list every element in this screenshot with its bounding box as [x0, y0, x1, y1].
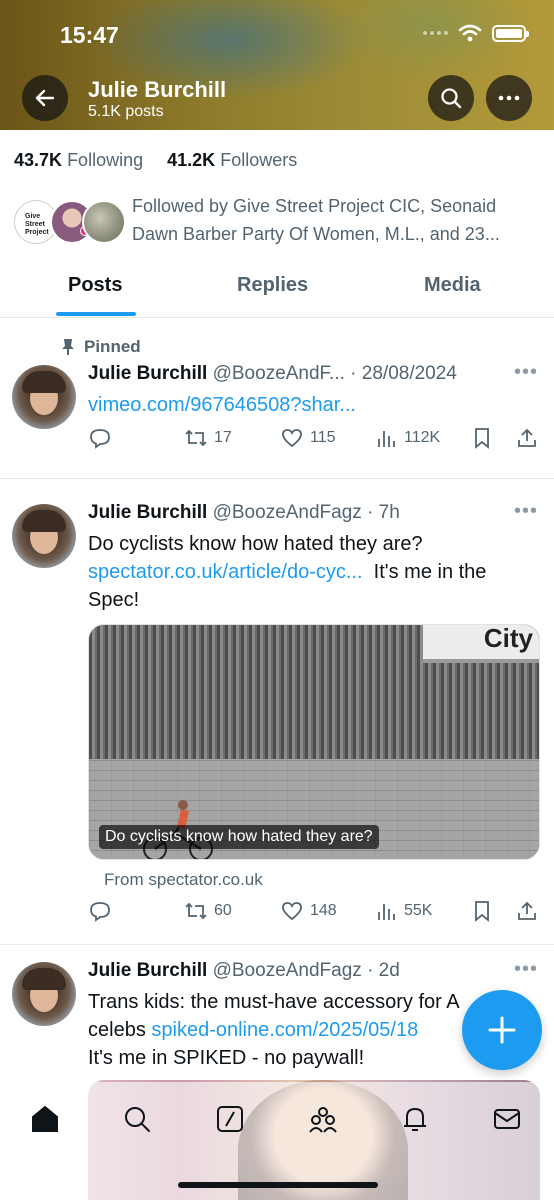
tweet-more-icon[interactable]: ••• [514, 361, 538, 384]
tab-media[interactable]: Media [424, 274, 481, 297]
share-button[interactable] [516, 427, 538, 449]
header-name: Julie Burchill [88, 77, 227, 102]
tab-posts[interactable]: Posts [68, 274, 122, 297]
home-icon [32, 1105, 58, 1132]
active-tab-indicator [56, 312, 136, 316]
back-button[interactable] [22, 75, 68, 121]
tweet-text: Do cyclists know how hated they are? spe… [88, 533, 487, 611]
bookmark-icon [475, 901, 489, 922]
following-link[interactable]: 43.7K Following [14, 150, 143, 170]
share-icon [518, 428, 536, 447]
tweet-author[interactable]: Julie Burchill @BoozeAndFagz · 7h [88, 502, 400, 524]
followers-link[interactable]: 41.2K Followers [167, 150, 297, 170]
battery-icon [492, 24, 529, 42]
profile-tabs: Posts Replies Media [0, 264, 554, 318]
ml-avatar [82, 200, 126, 244]
tweet-link[interactable]: vimeo.com/967646508?shar... [88, 394, 356, 416]
communities-icon [309, 1107, 337, 1133]
search-icon [441, 88, 462, 109]
views-icon [378, 904, 395, 920]
tweet-more-icon[interactable]: ••• [514, 958, 538, 981]
reply-button[interactable] [88, 900, 112, 922]
heart-icon [282, 902, 302, 921]
link-source[interactable]: From spectator.co.uk [104, 870, 263, 890]
tweet[interactable]: Julie Burchill @BoozeAndFagz · 7h ••• Do… [0, 480, 554, 945]
wifi-icon [458, 24, 482, 42]
home-indicator [178, 1182, 378, 1188]
bell-icon [404, 1107, 426, 1131]
grok-icon [217, 1106, 243, 1132]
like-button[interactable]: 148 [280, 900, 337, 922]
repost-button[interactable]: 17 [184, 427, 232, 449]
tweet-author[interactable]: Julie Burchill @BoozeAndFagz · 2d [88, 960, 400, 982]
bookmark-icon [475, 428, 489, 449]
repost-button[interactable]: 60 [184, 900, 232, 922]
tweet-link[interactable]: spectator.co.uk/article/do-cyc... [88, 561, 363, 583]
bookmark-button[interactable] [472, 900, 492, 922]
header-post-count: 5.1K posts [88, 103, 164, 120]
views-button[interactable]: 55K [376, 900, 432, 922]
tweet-author[interactable]: Julie Burchill @BoozeAndF... · 28/08/202… [88, 363, 457, 385]
reply-icon [90, 902, 110, 922]
repost-icon [185, 429, 207, 447]
followed-by-row[interactable]: Give Street Project Followed by Give Str… [14, 192, 544, 252]
status-icons [423, 24, 529, 42]
tweet-more-icon[interactable]: ••• [514, 500, 538, 523]
nav-communities[interactable] [306, 1102, 340, 1136]
pin-icon [62, 339, 74, 355]
avatar[interactable] [12, 504, 76, 568]
nav-notifications[interactable] [398, 1102, 432, 1136]
mail-icon [494, 1109, 520, 1129]
tab-replies[interactable]: Replies [237, 274, 308, 297]
reply-button[interactable] [88, 427, 112, 449]
profile-stats: 43.7K Following 41.2K Followers [14, 150, 297, 171]
compose-post-button[interactable] [462, 990, 542, 1070]
heart-icon [282, 429, 302, 448]
nav-home[interactable] [28, 1102, 62, 1136]
nav-grok[interactable] [213, 1102, 247, 1136]
arrow-left-icon [35, 89, 55, 107]
tweet-actions: 60 148 55K [88, 900, 544, 928]
views-button[interactable]: 112K [376, 427, 440, 449]
tweet-link[interactable]: spiked-online.com/2025/05/18 [151, 1019, 418, 1041]
tweet-text: vimeo.com/967646508?shar... [88, 391, 538, 419]
tweet[interactable]: Pinned Julie Burchill @BoozeAndF... · 28… [0, 319, 554, 479]
repost-icon [185, 902, 207, 920]
signal-icon [423, 31, 448, 35]
avatar[interactable] [12, 365, 76, 429]
status-time: 15:47 [60, 22, 119, 48]
plus-icon [488, 1016, 516, 1044]
more-dots-icon [498, 95, 520, 101]
more-options-button[interactable] [486, 75, 532, 121]
bookmark-button[interactable] [472, 427, 492, 449]
nav-messages[interactable] [490, 1102, 524, 1136]
link-preview-card[interactable]: City Do cyclists know how hated they are… [88, 624, 540, 860]
profile-header: 15:47 Julie Burchill 5.1K posts [0, 0, 554, 130]
nav-search[interactable] [120, 1102, 154, 1136]
reply-icon [90, 429, 110, 449]
media-caption: Do cyclists know how hated they are? [99, 825, 379, 849]
share-icon [518, 901, 536, 920]
views-icon [378, 431, 395, 447]
media-sign: City [423, 625, 539, 663]
tweet-actions: 17 115 112K [88, 427, 544, 455]
pinned-label: Pinned [60, 337, 141, 357]
search-icon [125, 1107, 150, 1132]
followed-by-text: Followed by Give Street Project CIC, Seo… [132, 196, 500, 244]
share-button[interactable] [516, 900, 538, 922]
search-button[interactable] [428, 75, 474, 121]
like-button[interactable]: 115 [280, 427, 336, 449]
avatar[interactable] [12, 962, 76, 1026]
